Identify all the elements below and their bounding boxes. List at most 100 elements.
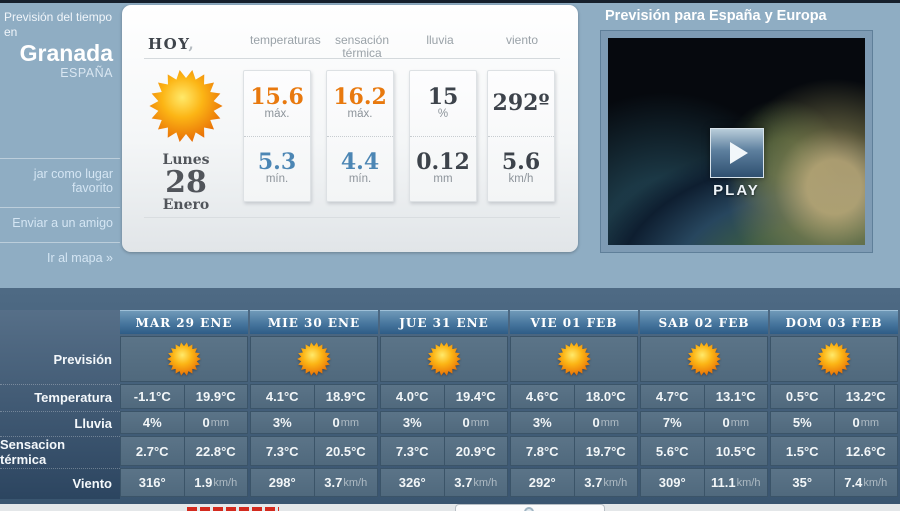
today-weather-card: HOY, temperaturas sensación térmica lluv… — [122, 5, 578, 252]
wind-dir-cell: 326° — [380, 468, 445, 497]
rain-amount-cell: 0mm — [835, 411, 899, 434]
feel-max-cell: 12.6°C — [835, 436, 899, 466]
feel-max-label: máx. — [348, 108, 373, 121]
feel-min-cell: 2.7°C — [120, 436, 185, 466]
rain-amount-cell: 0mm — [185, 411, 249, 434]
location-sidebar: Previsión del tiempo en Granada ESPAÑA j… — [0, 3, 120, 80]
go-to-map-link[interactable]: Ir al mapa » — [0, 242, 120, 277]
wind-dir-cell: 292° — [510, 468, 575, 497]
feel-min-value: 4.4 — [341, 151, 379, 173]
sidebar-links: jar como lugar favorito Enviar a un amig… — [0, 158, 120, 277]
rain-amount-cell: 0mm — [445, 411, 509, 434]
forecast-day-header[interactable]: JUE 31 ENE — [380, 310, 508, 334]
rain-prob-cell: 7% — [640, 411, 705, 434]
wind-speed-cell: 3.7km/h — [575, 468, 639, 497]
rain-prob-cell: 3% — [510, 411, 575, 434]
condition-cell — [640, 336, 768, 382]
sun-icon — [426, 341, 462, 377]
forecast-day-column: DOM 03 FEB 0.5°C 13.2°C 5% 0mm 1.5°C 12.… — [770, 310, 898, 499]
wind-speed-unit: km/h — [509, 173, 534, 186]
day-number: 28 — [127, 168, 245, 198]
cutoff-logo-fragment — [187, 507, 279, 511]
header-divider — [144, 58, 560, 59]
video-panel-title: Previsión para España y Europa — [605, 8, 895, 24]
temp-max-cell: 19.4°C — [445, 384, 509, 409]
page-subtitle: Previsión del tiempo en — [4, 10, 113, 40]
sun-icon — [816, 341, 852, 377]
feel-max-cell: 20.9°C — [445, 436, 509, 466]
row-label-prevision: Previsión — [0, 336, 120, 382]
forecast-day-column: MIE 30 ENE 4.1°C 18.9°C 3% 0mm 7.3°C 20.… — [250, 310, 378, 499]
favorite-link[interactable]: jar como lugar favorito — [0, 158, 120, 207]
forecast-day-column: VIE 01 FEB 4.6°C 18.0°C 3% 0mm 7.8°C 19.… — [510, 310, 638, 499]
feel-max-cell: 20.5°C — [315, 436, 379, 466]
send-to-friend-link[interactable]: Enviar a un amigo — [0, 207, 120, 242]
rain-metric-box: 15 % 0.12 mm — [409, 70, 477, 202]
temp-max-cell: 13.1°C — [705, 384, 769, 409]
forecast-day-header[interactable]: MIE 30 ENE — [250, 310, 378, 334]
temp-min-label: mín. — [266, 173, 288, 186]
condition-cell — [380, 336, 508, 382]
temp-max-cell: 18.0°C — [575, 384, 639, 409]
wind-dir-cell: 316° — [120, 468, 185, 497]
condition-cell — [510, 336, 638, 382]
weather-page: Previsión del tiempo en Granada ESPAÑA j… — [0, 0, 900, 511]
location-name: Granada — [4, 40, 113, 66]
forecast-video-thumbnail[interactable]: PLAY — [600, 30, 873, 253]
rain-prob-cell: 3% — [250, 411, 315, 434]
condition-cell — [250, 336, 378, 382]
feel-min-cell: 7.3°C — [380, 436, 445, 466]
play-label: PLAY — [608, 182, 865, 199]
row-label-viento: Viento — [0, 468, 120, 497]
forecast-day-header[interactable]: SAB 02 FEB — [640, 310, 768, 334]
wind-dir-cell: 35° — [770, 468, 835, 497]
feels-like-metric-box: 16.2 máx. 4.4 mín. — [326, 70, 394, 202]
rain-amount-unit: mm — [433, 173, 452, 186]
wind-speed-cell: 3.7km/h — [315, 468, 379, 497]
rain-probability-unit: % — [438, 108, 448, 121]
forecast-day-column: JUE 31 ENE 4.0°C 19.4°C 3% 0mm 7.3°C 20.… — [380, 310, 508, 499]
today-tab-label: HOY, — [148, 35, 195, 53]
row-label-sensacion: Sensacion térmica — [0, 436, 120, 466]
column-header-lluvia: lluvia — [415, 34, 465, 47]
rain-amount-value: 0.12 — [416, 151, 470, 173]
forecast-day-column: MAR 29 ENE -1.1°C 19.9°C 4% 0mm 2.7°C 22… — [120, 310, 248, 499]
temp-max-cell: 19.9°C — [185, 384, 249, 409]
forecast-day-header[interactable]: DOM 03 FEB — [770, 310, 898, 334]
wind-dir-cell: 309° — [640, 468, 705, 497]
rain-amount-cell: 0mm — [315, 411, 379, 434]
wind-dir-cell: 298° — [250, 468, 315, 497]
temp-min-cell: 0.5°C — [770, 384, 835, 409]
feel-max-cell: 22.8°C — [185, 436, 249, 466]
forecast-row-labels: Previsión Temperatura Lluvia Sensacion t… — [0, 310, 120, 499]
feel-max-value: 16.2 — [333, 86, 387, 108]
forecast-day-header[interactable]: MAR 29 ENE — [120, 310, 248, 334]
forecast-day-column: SAB 02 FEB 4.7°C 13.1°C 7% 0mm 5.6°C 10.… — [640, 310, 768, 499]
wind-speed-cell: 7.4km/h — [835, 468, 899, 497]
rain-amount-cell: 0mm — [575, 411, 639, 434]
wind-speed-cell: 11.1km/h — [705, 468, 769, 497]
feel-min-cell: 7.3°C — [250, 436, 315, 466]
feel-max-cell: 10.5°C — [705, 436, 769, 466]
condition-cell — [770, 336, 898, 382]
feel-min-label: mín. — [349, 173, 371, 186]
condition-cell — [120, 336, 248, 382]
rain-prob-cell: 3% — [380, 411, 445, 434]
temp-min-value: 5.3 — [258, 151, 296, 173]
play-icon — [730, 142, 748, 164]
wind-direction-value: 292º — [493, 92, 550, 114]
temp-max-value: 15.6 — [250, 86, 304, 108]
wind-speed-cell: 3.7km/h — [445, 468, 509, 497]
row-label-lluvia: Lluvia — [0, 411, 120, 434]
temp-max-label: máx. — [265, 108, 290, 121]
bottom-cutoff-strip — [0, 504, 900, 511]
temp-max-cell: 18.9°C — [315, 384, 379, 409]
feel-min-cell: 5.6°C — [640, 436, 705, 466]
play-button[interactable] — [710, 128, 764, 178]
forecast-day-header[interactable]: VIE 01 FEB — [510, 310, 638, 334]
column-header-temperaturas: temperaturas — [250, 34, 310, 47]
sun-icon — [166, 341, 202, 377]
wind-speed-cell: 1.9km/h — [185, 468, 249, 497]
temp-min-cell: -1.1°C — [120, 384, 185, 409]
rain-prob-cell: 4% — [120, 411, 185, 434]
